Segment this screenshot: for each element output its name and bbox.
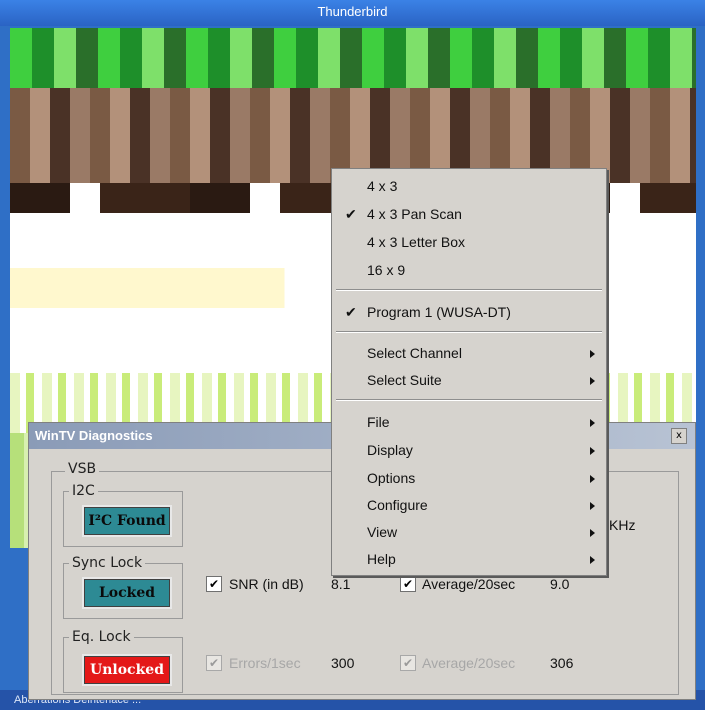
menu-item-view[interactable]: View: [332, 521, 606, 545]
i2c-status-badge: I²C Found: [82, 505, 172, 537]
menu-item-label: Options: [367, 470, 416, 486]
submenu-arrow-icon: [590, 475, 595, 483]
menu-separator: [336, 399, 602, 401]
sync-lock-label: Sync Lock: [69, 555, 146, 571]
freq-unit-label: KHz: [609, 517, 636, 533]
menu-item-options[interactable]: Options: [332, 467, 606, 491]
menu-item-label: Help: [367, 551, 396, 567]
app-titlebar[interactable]: Thunderbird: [0, 0, 705, 26]
submenu-arrow-icon: [590, 350, 595, 358]
errors-average-value: 306: [550, 655, 574, 671]
eq-lock-label: Eq. Lock: [69, 629, 134, 645]
diagnostics-title: WinTV Diagnostics: [35, 428, 153, 443]
menu-item-aspect-16x9[interactable]: 16 x 9: [332, 259, 606, 283]
snr-label: SNR (in dB): [229, 576, 304, 592]
snr-average-checkbox[interactable]: ✔: [400, 576, 416, 592]
sync-lock-status-badge: Locked: [82, 577, 172, 609]
menu-item-select-suite[interactable]: Select Suite: [332, 369, 606, 393]
menu-item-aspect-4x3-letter-box[interactable]: 4 x 3 Letter Box: [332, 231, 606, 255]
menu-item-label: View: [367, 524, 398, 540]
submenu-arrow-icon: [590, 419, 595, 427]
app-window: Thunderbird Aberrations Deinterlace ... …: [0, 0, 705, 710]
menu-item-label: Select Channel: [367, 345, 462, 361]
context-menu: 4 x 3 ✔ 4 x 3 Pan Scan 4 x 3 Letter Box …: [331, 168, 607, 576]
snr-value: 8.1: [331, 576, 351, 592]
menu-item-label: 16 x 9: [367, 262, 406, 278]
eq-lock-status-badge: Unlocked: [82, 654, 172, 686]
snr-average-label: Average/20sec: [422, 576, 516, 592]
video-band-green: [10, 28, 696, 88]
close-button[interactable]: x: [671, 428, 687, 444]
menu-item-label: Display: [367, 442, 413, 458]
menu-item-aspect-4x3-pan-scan[interactable]: ✔ 4 x 3 Pan Scan: [332, 203, 606, 227]
menu-separator: [336, 331, 602, 333]
menu-item-display[interactable]: Display: [332, 439, 606, 463]
errors-average-label: Average/20sec: [422, 655, 516, 671]
menu-separator: [336, 289, 602, 291]
menu-item-help[interactable]: Help: [332, 548, 606, 572]
menu-item-file[interactable]: File: [332, 411, 606, 435]
menu-item-label: File: [367, 414, 390, 430]
menu-item-select-channel[interactable]: Select Channel: [332, 342, 606, 366]
snr-checkbox[interactable]: ✔: [206, 576, 222, 592]
errors-value: 300: [331, 655, 355, 671]
submenu-arrow-icon: [590, 502, 595, 510]
app-title: Thunderbird: [317, 4, 388, 19]
menu-item-label: 4 x 3: [367, 178, 398, 194]
submenu-arrow-icon: [590, 377, 595, 385]
menu-item-label: Program 1 (WUSA-DT): [367, 304, 511, 320]
menu-item-aspect-4x3[interactable]: 4 x 3: [332, 175, 606, 199]
i2c-label: I2C: [69, 483, 98, 499]
submenu-arrow-icon: [590, 556, 595, 564]
menu-item-configure[interactable]: Configure: [332, 494, 606, 518]
snr-average-value: 9.0: [550, 576, 570, 592]
window-right-edge: [696, 28, 705, 690]
errors-checkbox: ✔: [206, 655, 222, 671]
menu-item-label: 4 x 3 Letter Box: [367, 234, 466, 250]
errors-average-checkbox: ✔: [400, 655, 416, 671]
vsb-label: VSB: [65, 461, 100, 477]
submenu-arrow-icon: [590, 529, 595, 537]
check-icon: ✔: [345, 206, 357, 222]
menu-item-label: Configure: [367, 497, 428, 513]
menu-item-label: Select Suite: [367, 372, 442, 388]
submenu-arrow-icon: [590, 447, 595, 455]
errors-label: Errors/1sec: [229, 655, 301, 671]
menu-item-label: 4 x 3 Pan Scan: [367, 206, 462, 222]
menu-item-program-1[interactable]: ✔ Program 1 (WUSA-DT): [332, 301, 606, 325]
check-icon: ✔: [345, 304, 357, 320]
